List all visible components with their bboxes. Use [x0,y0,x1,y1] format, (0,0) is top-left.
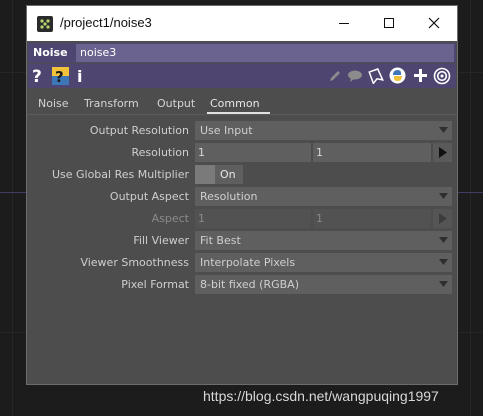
parameter-tabs: Noise Transform Output Common [31,97,453,115]
bookmark-icon[interactable] [368,68,384,84]
close-icon [428,17,440,29]
chevron-down-icon [439,237,448,243]
chevron-down-icon [439,259,448,265]
chevron-down-icon [439,127,448,133]
svg-text:i: i [77,67,82,85]
svg-text:?: ? [32,67,42,85]
parameter-window: /project1/noise3 Noise noise3 ? ? i Nois… [26,5,458,385]
param-pixel-format: Pixel Format 8-bit fixed (RGBA) [27,275,457,295]
tab-common[interactable]: Common [210,97,260,110]
touchdesigner-app-icon [37,16,53,32]
output-aspect-dropdown[interactable]: Resolution [195,187,452,206]
play-icon [439,213,447,224]
pencil-icon[interactable] [328,69,342,83]
param-resolution: Resolution 1 1 [27,143,457,163]
resolution-width-field[interactable]: 1 [195,143,311,162]
param-viewer-smoothness: Viewer Smoothness Interpolate Pixels [27,253,457,273]
operator-header: Noise noise3 [28,43,456,63]
title-bar[interactable]: /project1/noise3 [27,6,457,41]
aspect-y-field: 1 [313,209,431,228]
python-icon[interactable] [389,67,406,84]
param-output-resolution: Output Resolution Use Input [27,121,457,141]
close-button[interactable] [412,6,457,41]
param-label: Fill Viewer [133,234,189,247]
chevron-down-icon [439,281,448,287]
help-icon[interactable]: ? [32,67,44,85]
resolution-height-field[interactable]: 1 [313,143,431,162]
use-global-res-toggle[interactable]: On [195,165,243,184]
python-help-icon[interactable]: ? [52,67,69,85]
param-label: Use Global Res Multiplier [51,168,189,181]
dropdown-value: Interpolate Pixels [200,256,296,269]
dropdown-value: Resolution [200,190,258,203]
add-icon[interactable] [413,68,428,83]
toggle-label: On [220,168,236,181]
param-label: Resolution [131,146,189,159]
param-label: Pixel Format [121,278,189,291]
resolution-expand-button[interactable] [433,143,452,162]
comment-icon[interactable] [347,70,363,82]
output-resolution-dropdown[interactable]: Use Input [195,121,452,140]
param-label: Output Aspect [109,190,189,203]
connection-line [0,192,26,193]
fill-viewer-dropdown[interactable]: Fit Best [195,231,452,250]
pixel-format-dropdown[interactable]: 8-bit fixed (RGBA) [195,275,452,294]
param-label: Output Resolution [89,124,189,137]
grid-line [12,0,13,416]
play-icon [439,147,447,158]
dropdown-value: Fit Best [200,234,241,247]
chevron-down-icon [439,193,448,199]
toggle-knob [195,165,215,184]
maximize-button[interactable] [367,6,412,41]
info-icon[interactable]: i [77,67,85,85]
operator-name-field[interactable]: noise3 [76,44,454,62]
viewer-smoothness-dropdown[interactable]: Interpolate Pixels [195,253,452,272]
param-label: Viewer Smoothness [80,256,189,269]
param-fill-viewer: Fill Viewer Fit Best [27,231,457,251]
operator-toolbar: ? ? i [28,64,456,88]
param-aspect: Aspect 1 1 [27,209,457,229]
maximize-icon [384,18,394,28]
param-output-aspect: Output Aspect Resolution [27,187,457,207]
operator-type-label: Noise [33,46,68,59]
param-use-global-res: Use Global Res Multiplier On [27,165,457,185]
tab-output[interactable]: Output [157,97,195,110]
minimize-button[interactable] [322,6,367,41]
tab-noise[interactable]: Noise [38,97,69,110]
aspect-x-field: 1 [195,209,311,228]
target-icon[interactable] [433,67,451,85]
minimize-icon [339,23,349,24]
connection-line [458,192,483,193]
tab-transform[interactable]: Transform [84,97,139,110]
svg-text:?: ? [55,68,64,85]
tab-divider [27,114,457,115]
window-title: /project1/noise3 [60,15,152,30]
grid-line [470,0,471,416]
dropdown-value: 8-bit fixed (RGBA) [200,278,299,291]
watermark-text: https://blog.csdn.net/wangpuqing1997 [203,388,439,404]
aspect-expand-button [433,209,452,228]
dropdown-value: Use Input [200,124,253,137]
param-label: Aspect [151,212,189,225]
